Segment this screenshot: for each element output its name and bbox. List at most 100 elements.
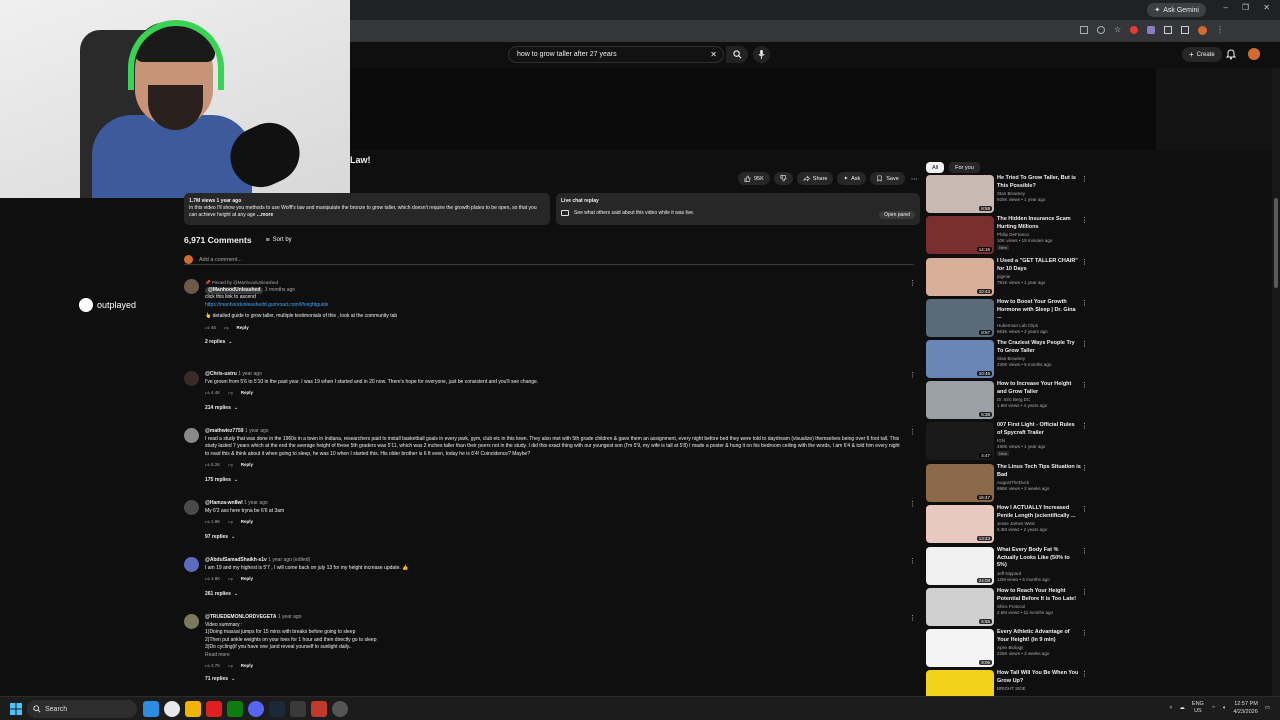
bookmark-star-icon[interactable]: ☆ (1114, 26, 1121, 35)
voice-search-button[interactable] (753, 46, 770, 63)
view-replies-button[interactable]: 175 replies ⌄ (205, 477, 901, 485)
profile-icon[interactable] (1198, 26, 1208, 35)
video-menu-icon[interactable]: ⋮ (1081, 464, 1088, 472)
clock[interactable]: 12:57 PM 4/23/2026 (1233, 700, 1257, 716)
chip-for-you[interactable]: For you (949, 162, 980, 173)
video-title[interactable]: How I ACTUALLY Increased Penile Length (… (997, 505, 1081, 520)
view-replies-button[interactable]: 97 replies ⌄ (205, 534, 905, 542)
comment-time[interactable]: 1 year ago (245, 428, 269, 434)
comment-author[interactable]: @Chris-ustru (205, 371, 237, 377)
comment-time[interactable]: 1 year ago (278, 614, 302, 620)
search-input[interactable]: how to grow taller after 27 years ✕ (508, 46, 724, 63)
volume-icon[interactable]: 🔈︎ (1223, 705, 1226, 712)
dislike-comment-button[interactable]: 👎︎ (228, 389, 233, 397)
like-button[interactable]: 95K (738, 172, 770, 185)
ask-button[interactable]: ✦ Ask (837, 172, 867, 185)
comment-time[interactable]: 1 year ago (edited) (268, 557, 310, 563)
comment-author[interactable]: @ManhoodUnleashed (205, 286, 264, 294)
video-title[interactable]: The Craziest Ways People Try To Grow Tal… (997, 340, 1081, 355)
video-menu-icon[interactable]: ⋮ (1081, 340, 1088, 348)
minimize-button[interactable]: – (1224, 3, 1228, 12)
clear-search-icon[interactable]: ✕ (710, 50, 717, 59)
create-button[interactable]: + Create (1182, 47, 1222, 62)
chip-all[interactable]: All (926, 162, 945, 173)
recommended-video[interactable]: 10:43 I Used a "GET TALLER CHAIR" for 10 … (926, 258, 1088, 298)
puzzle-icon[interactable] (1164, 26, 1173, 34)
video-title[interactable]: The Hidden Insurance Scam Hurting Millio… (997, 216, 1081, 231)
reply-button[interactable]: Reply (241, 461, 253, 469)
comment-author[interactable]: @TRUEDEMONLORDVEGETA (205, 614, 276, 620)
close-window-button[interactable]: ✕ (1263, 3, 1270, 12)
video-title[interactable]: He Tried To Grow Taller, But is This Pos… (997, 175, 1081, 190)
view-replies-button[interactable]: 2 replies ⌄ (205, 339, 905, 347)
like-comment-button[interactable]: 👍︎ 5.2K (205, 461, 220, 469)
extension-record-icon[interactable] (1130, 26, 1139, 34)
like-comment-button[interactable]: 👍︎ 1.8K (205, 575, 220, 583)
notifications-bell-icon[interactable] (1225, 48, 1237, 60)
view-replies-button[interactable]: 71 replies ⌄ (205, 676, 905, 684)
channel-name[interactable]: BRIGHT SIDE (997, 686, 1081, 692)
notification-center-icon[interactable]: ▭ (1265, 705, 1270, 711)
video-thumbnail[interactable]: 5:38 (926, 381, 994, 419)
comment-menu-icon[interactable]: ⋮ (909, 500, 916, 508)
recommended-video[interactable]: 24:08 What Every Body Fat % Actually Look… (926, 547, 1088, 587)
description-more-link[interactable]: ...more (257, 212, 273, 218)
video-thumbnail[interactable]: 9:06 (926, 629, 994, 667)
dislike-button[interactable] (773, 172, 793, 185)
video-title[interactable]: How to Boost Your Growth Hormone with Sl… (997, 299, 1081, 322)
comment-time[interactable]: 1 year ago (238, 371, 262, 377)
video-thumbnail[interactable]: 24:08 (926, 547, 994, 585)
app-icon[interactable] (311, 701, 327, 717)
video-title[interactable]: How Tall Will You Be When You Grow Up? (997, 670, 1081, 685)
page-scrollbar[interactable] (1272, 68, 1280, 696)
settings-icon[interactable] (332, 701, 348, 717)
like-comment-button[interactable]: 👍︎ 1.8K (205, 518, 220, 526)
capture-icon[interactable] (290, 701, 306, 717)
video-menu-icon[interactable]: ⋮ (1081, 670, 1088, 678)
edge-icon[interactable] (143, 701, 159, 717)
recommended-video[interactable]: 4:47 007 First Light - Official Rules of … (926, 422, 1088, 462)
dislike-comment-button[interactable]: 👎︎ (228, 518, 233, 526)
like-comment-button[interactable]: 👍︎ 4.4K (205, 389, 220, 397)
zoom-icon[interactable] (1097, 26, 1105, 34)
video-thumbnail[interactable]: 10:43 (926, 258, 994, 296)
taskbar-search[interactable]: Search (27, 700, 137, 718)
reply-button[interactable]: Reply (241, 575, 253, 583)
comment-author[interactable]: @Hamza-wn8wl (205, 500, 243, 506)
reply-button[interactable]: Reply (241, 518, 253, 526)
video-player[interactable] (350, 68, 1156, 150)
video-menu-icon[interactable]: ⋮ (1081, 422, 1088, 430)
recommended-video[interactable]: 10:45 The Craziest Ways People Try To Gro… (926, 340, 1088, 380)
video-thumbnail[interactable]: 10:45 (926, 340, 994, 378)
comment-menu-icon[interactable]: ⋮ (909, 371, 916, 379)
recommended-video[interactable]: 5:55 How to Reach Your Height Potential B… (926, 588, 1088, 628)
video-menu-icon[interactable]: ⋮ (1081, 629, 1088, 637)
video-description[interactable]: 1.7M views 1 year ago In this video I'll… (184, 193, 550, 225)
share-button[interactable]: Share (796, 172, 834, 185)
video-title[interactable]: I Used a "GET TALLER CHAIR" for 10 Days (997, 258, 1081, 273)
ask-gemini-button[interactable]: ✦ Ask Gemini (1147, 3, 1206, 17)
view-replies-button[interactable]: 261 replies ⌄ (205, 591, 905, 599)
like-comment-button[interactable]: 👍︎ 46 (205, 324, 216, 332)
video-menu-icon[interactable]: ⋮ (1081, 175, 1088, 183)
dislike-comment-button[interactable]: 👎︎ (228, 461, 233, 469)
video-menu-icon[interactable]: ⋮ (1081, 299, 1088, 307)
recommended-video[interactable]: 9:06 Every Athletic Advantage of Your Hei… (926, 629, 1088, 669)
video-thumbnail[interactable]: 4:47 (926, 422, 994, 460)
reply-button[interactable]: Reply (241, 389, 253, 397)
search-button[interactable] (726, 46, 748, 63)
scrollbar-thumb[interactable] (1274, 198, 1278, 288)
video-thumbnail[interactable]: 13:43 (926, 505, 994, 543)
chrome-icon[interactable] (164, 701, 180, 717)
video-thumbnail[interactable]: 5:55 (926, 588, 994, 626)
dislike-comment-button[interactable]: 👎︎ (228, 575, 233, 583)
recommended-video[interactable]: 13:43 How I ACTUALLY Increased Penile Len… (926, 505, 1088, 545)
comment-time[interactable]: 3 months ago (265, 287, 295, 293)
install-icon[interactable] (1080, 26, 1088, 34)
app-icon[interactable] (206, 701, 222, 717)
xbox-icon[interactable] (227, 701, 243, 717)
recommended-video[interactable]: 5:38 How to Increase Your Height and Grow… (926, 381, 1088, 421)
language-indicator[interactable]: ENG US (1192, 701, 1204, 715)
chevron-up-icon[interactable]: ˄ (1169, 705, 1172, 711)
read-more-link[interactable]: Read more (205, 652, 905, 660)
